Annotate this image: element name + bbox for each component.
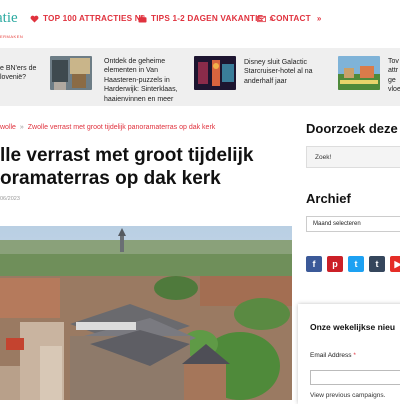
publish-date: 06/2023 [0,196,20,202]
search-input[interactable]: Zoek! [306,146,400,168]
teaser-text-line: Disney sluit Galactic [244,59,308,66]
site-logo-subtitle: ERMAKEN [0,34,24,39]
title-line: lle verrast met groot tijdelijk [0,145,254,166]
pinterest-icon[interactable]: p [327,256,343,272]
archive-select[interactable]: Maand selecteren [306,216,400,232]
email-label: Email Address * [310,352,356,359]
page-title: lle verrast met groot tijdelijk oramater… [0,144,300,190]
teaser-item[interactable]: e BN'ers de lovenië? [0,64,36,83]
related-articles-bar: e BN'ers de lovenië? Ontdek de geheime e… [0,48,400,106]
breadcrumb: wolle » Zwolle verrast met groot tijdeli… [0,124,215,131]
teaser-thumbnail[interactable] [338,56,380,90]
top-navigation: atie ERMAKEN TOP 100 ATTRACTIES NL TIPS … [0,0,400,48]
tumblr-icon[interactable]: t [369,256,385,272]
email-label-text: Email Address [310,352,352,359]
teaser-thumbnail[interactable] [50,56,92,90]
article-hero-image [0,226,292,400]
site-logo[interactable]: atie [0,10,18,27]
chevron-right-icon: » [316,14,322,23]
breadcrumb-link[interactable]: wolle [0,124,16,131]
teaser-item[interactable]: Disney sluit Galactic Starcruiser-hotel … [244,58,312,86]
email-field[interactable] [310,370,400,385]
facebook-icon[interactable]: f [306,256,322,272]
teaser-text-line: lovenië? [0,74,27,82]
nav-item-top-100[interactable]: TOP 100 ATTRACTIES NL [30,14,146,23]
teaser-item[interactable]: Tov attr ge vloe [388,57,400,95]
teaser-text-line: Tov [388,58,399,65]
breadcrumb-current[interactable]: Zwolle verrast met groot tijdelijk panor… [28,124,216,131]
newsletter-title: Onze wekelijkse nieu [310,322,396,332]
title-line: oramaterras op dak kerk [0,168,221,189]
teaser-text-line: anderhalf jaar [244,77,287,85]
nav-item-label: CONTACT [270,14,311,23]
teaser-text-line: vloe [388,86,400,94]
sidebar-archive-heading: Archief [306,191,351,206]
twitter-icon[interactable]: t [348,256,364,272]
teaser-text-line: Haasteren-puzzels in [104,76,170,84]
envelope-icon [257,15,266,22]
newsletter-signup: Onze wekelijkse nieu Email Address * Vie… [298,304,400,404]
nav-item-label: TOP 100 ATTRACTIES NL [43,14,147,23]
required-mark: * [353,352,356,359]
teaser-text-line: attr [388,67,399,75]
nav-item-tips[interactable]: TIPS 1-2 DAGEN VAKANTIE » [138,14,274,23]
teaser-text-line: Ontdek de geheime [104,58,166,65]
teaser-text-line: e BN'ers de [0,65,37,72]
teaser-item[interactable]: Ontdek de geheime elementen in Van Haast… [104,57,178,104]
previous-campaigns-link[interactable]: View previous campaigns. [310,392,385,399]
teaser-thumbnail[interactable] [194,56,236,90]
sidebar-search-heading: Doorzoek deze [306,121,398,136]
heart-icon [30,15,39,23]
teaser-text-line: haaienvinnen en meer [104,95,174,103]
youtube-icon[interactable]: ▶ [390,256,400,272]
teaser-text-line: Starcruiser-hotel al na [244,68,313,76]
nav-item-label: TIPS 1-2 DAGEN VAKANTIE [151,14,264,23]
suitcase-icon [138,14,147,23]
teaser-text-line: elementen in Van [104,67,158,75]
teaser-text-line: ge [388,76,396,84]
teaser-text-line: Harderwijk: Sinterklaas, [104,86,178,94]
nav-item-contact[interactable]: CONTACT » [257,14,321,23]
breadcrumb-separator: » [19,124,24,131]
